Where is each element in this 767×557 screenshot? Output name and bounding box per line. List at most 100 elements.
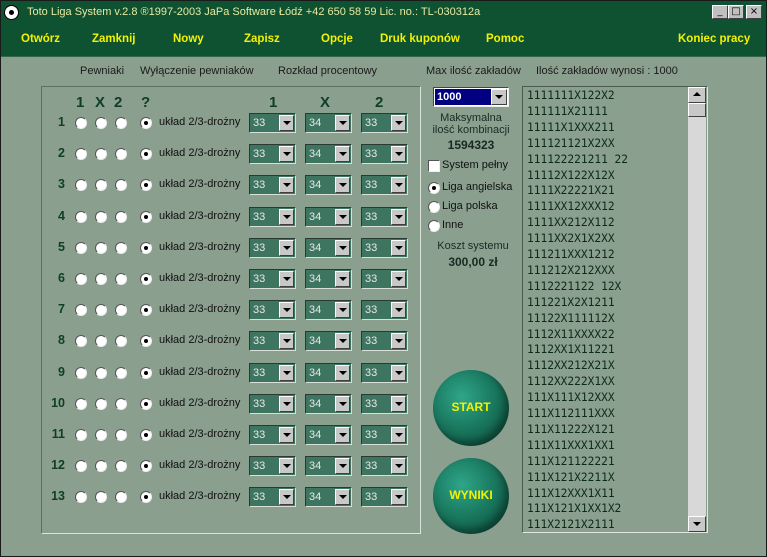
pct-2-select[interactable]: 33 [361, 269, 408, 289]
pewniak-1-radio[interactable] [75, 304, 87, 316]
pct-1-select[interactable]: 33 [249, 238, 296, 258]
pewniak-x-radio[interactable] [95, 179, 107, 191]
dropdown-arrow-icon[interactable] [391, 427, 406, 443]
dropdown-arrow-icon[interactable] [391, 489, 406, 505]
pewniak-question-radio[interactable] [140, 429, 152, 441]
dropdown-arrow-icon[interactable] [391, 365, 406, 381]
dropdown-arrow-icon[interactable] [391, 458, 406, 474]
list-item[interactable]: 1112X11XXXX22 [527, 328, 615, 341]
scroll-thumb[interactable] [688, 103, 706, 117]
dropdown-arrow-icon[interactable] [391, 209, 406, 225]
dropdown-arrow-icon[interactable] [279, 302, 294, 318]
pewniak-question-radio[interactable] [140, 367, 152, 379]
title-bar[interactable]: Toto Liga System v.2.8 ®1997-2003 JaPa S… [1, 1, 766, 24]
dropdown-arrow-icon[interactable] [279, 458, 294, 474]
dropdown-arrow-icon[interactable] [279, 427, 294, 443]
pct-x-select[interactable]: 34 [305, 269, 352, 289]
dropdown-arrow-icon[interactable] [335, 177, 350, 193]
system-pelny-checkbox[interactable] [428, 160, 440, 172]
pewniak-x-radio[interactable] [95, 273, 107, 285]
pct-x-select[interactable]: 34 [305, 207, 352, 227]
minimize-button[interactable]: _ [712, 5, 728, 19]
list-item[interactable]: 111X121122221 [527, 455, 615, 468]
pewniak-x-radio[interactable] [95, 242, 107, 254]
pct-x-select[interactable]: 34 [305, 425, 352, 445]
pewniak-1-radio[interactable] [75, 179, 87, 191]
pewniak-2-radio[interactable] [115, 117, 127, 129]
dropdown-arrow-icon[interactable] [335, 146, 350, 162]
pct-1-select[interactable]: 33 [249, 394, 296, 414]
pct-2-select[interactable]: 33 [361, 363, 408, 383]
dropdown-arrow-icon[interactable] [335, 365, 350, 381]
list-item[interactable]: 1111XX212X112 [527, 216, 615, 229]
dropdown-arrow-icon[interactable] [391, 396, 406, 412]
pct-1-select[interactable]: 33 [249, 144, 296, 164]
max-bets-select[interactable]: 1000 [433, 87, 509, 107]
list-item[interactable]: 1112XX222X1XX [527, 375, 615, 388]
pct-1-select[interactable]: 33 [249, 207, 296, 227]
start-button[interactable]: START [433, 370, 509, 446]
pewniak-2-radio[interactable] [115, 148, 127, 160]
dropdown-arrow-icon[interactable] [279, 146, 294, 162]
dropdown-arrow-icon[interactable] [279, 396, 294, 412]
list-item[interactable]: 111X121X2211X [527, 471, 615, 484]
dropdown-arrow-icon[interactable] [279, 365, 294, 381]
pct-2-select[interactable]: 33 [361, 300, 408, 320]
list-item[interactable]: 111212X212XXX [527, 264, 615, 277]
menu-otworz[interactable]: Otwórz [21, 33, 60, 45]
pct-x-select[interactable]: 34 [305, 363, 352, 383]
list-item[interactable]: 11112X122X12X [527, 169, 615, 182]
dropdown-arrow-icon[interactable] [279, 489, 294, 505]
list-item[interactable]: 111X121X1XX1X2 [527, 502, 621, 515]
maximize-button[interactable]: □ [728, 5, 744, 19]
pewniak-question-radio[interactable] [140, 211, 152, 223]
pewniak-1-radio[interactable] [75, 367, 87, 379]
list-item[interactable]: 1111XX2X1X2XX [527, 232, 615, 245]
pewniak-2-radio[interactable] [115, 335, 127, 347]
pct-2-select[interactable]: 33 [361, 113, 408, 133]
pewniak-1-radio[interactable] [75, 460, 87, 472]
pewniak-1-radio[interactable] [75, 398, 87, 410]
pewniak-2-radio[interactable] [115, 429, 127, 441]
pct-1-select[interactable]: 33 [249, 300, 296, 320]
pct-x-select[interactable]: 34 [305, 144, 352, 164]
dropdown-arrow-icon[interactable] [335, 302, 350, 318]
list-item[interactable]: 11111X1XXX211 [527, 121, 615, 134]
list-item[interactable]: 111122221211 22 [527, 153, 628, 166]
soccer-ball-icon[interactable] [4, 5, 19, 20]
list-item[interactable]: 111211XXX1212 [527, 248, 615, 261]
pewniak-x-radio[interactable] [95, 117, 107, 129]
list-item[interactable]: 111X112111XXX [527, 407, 615, 420]
wyniki-button[interactable]: WYNIKI [433, 458, 509, 534]
pct-1-select[interactable]: 33 [249, 113, 296, 133]
pewniak-question-radio[interactable] [140, 148, 152, 160]
pewniak-2-radio[interactable] [115, 273, 127, 285]
dropdown-arrow-icon[interactable] [391, 271, 406, 287]
close-button[interactable]: × [746, 5, 762, 19]
pewniak-question-radio[interactable] [140, 273, 152, 285]
list-item[interactable]: 111221X2X1211 [527, 296, 615, 309]
scroll-down-icon[interactable] [688, 516, 706, 532]
menu-zamknij[interactable]: Zamknij [92, 33, 135, 45]
pewniak-2-radio[interactable] [115, 367, 127, 379]
menu-zapisz[interactable]: Zapisz [244, 33, 280, 45]
pewniak-x-radio[interactable] [95, 211, 107, 223]
dropdown-arrow-icon[interactable] [335, 115, 350, 131]
pewniak-1-radio[interactable] [75, 491, 87, 503]
list-item[interactable]: 111X111X12XXX [527, 391, 615, 404]
dropdown-arrow-icon[interactable] [335, 396, 350, 412]
pewniak-1-radio[interactable] [75, 148, 87, 160]
dropdown-arrow-icon[interactable] [279, 177, 294, 193]
dropdown-arrow-icon[interactable] [335, 458, 350, 474]
dropdown-arrow-icon[interactable] [335, 427, 350, 443]
pewniak-2-radio[interactable] [115, 211, 127, 223]
pct-x-select[interactable]: 34 [305, 456, 352, 476]
dropdown-arrow-icon[interactable] [335, 240, 350, 256]
dropdown-arrow-icon[interactable] [391, 333, 406, 349]
results-list[interactable]: 1111111X122X2 111111X21111 11111X1XXX211 11… [522, 86, 708, 533]
pewniak-1-radio[interactable] [75, 273, 87, 285]
pct-2-select[interactable]: 33 [361, 331, 408, 351]
menu-druk-kuponow[interactable]: Druk kuponów [380, 33, 460, 45]
pct-1-select[interactable]: 33 [249, 456, 296, 476]
pewniak-question-radio[interactable] [140, 491, 152, 503]
